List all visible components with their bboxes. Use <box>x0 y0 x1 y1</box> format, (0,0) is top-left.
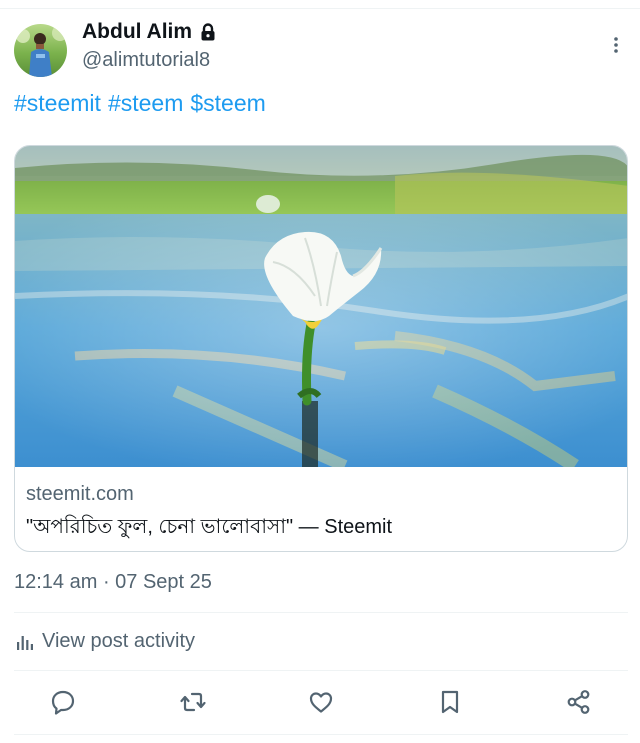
repost-button[interactable] <box>177 686 209 718</box>
bookmark-icon <box>441 690 459 714</box>
link-preview-image <box>15 146 627 467</box>
link-card-domain: steemit.com <box>26 483 134 505</box>
more-options-icon[interactable] <box>608 34 624 56</box>
share-icon <box>567 690 590 714</box>
hashtag-link[interactable]: #steemit <box>14 90 101 117</box>
link-preview-card[interactable]: steemit.com "অপরিচিত ফুল, চেনা ভালোবাসা"… <box>14 145 628 552</box>
view-post-activity-label: View post activity <box>42 630 196 652</box>
divider <box>14 670 628 671</box>
divider <box>14 612 628 613</box>
lock-icon <box>201 23 215 41</box>
like-button[interactable] <box>305 686 337 718</box>
repost-icon <box>180 692 206 712</box>
divider <box>14 734 628 735</box>
like-icon <box>309 692 333 713</box>
post-action-bar <box>0 686 640 720</box>
top-divider <box>0 8 640 9</box>
analytics-icon <box>17 635 33 650</box>
post-timestamp[interactable]: 12:14 am · 07 Sept 25 <box>14 571 212 594</box>
view-post-activity-button[interactable]: View post activity <box>16 630 195 653</box>
author-handle[interactable]: @alimtutorial8 <box>82 49 210 72</box>
hashtag-link[interactable]: #steem <box>108 90 183 117</box>
user-avatar-image <box>14 24 67 77</box>
post-hashtags: #steemit #steem $steem <box>14 90 266 117</box>
reply-icon <box>51 690 75 715</box>
avatar[interactable] <box>14 24 67 77</box>
cashtag-link[interactable]: $steem <box>190 90 265 117</box>
author-name-row: Abdul Alim <box>82 20 216 44</box>
reply-button[interactable] <box>47 686 79 718</box>
display-name[interactable]: Abdul Alim <box>82 20 192 44</box>
share-button[interactable] <box>563 686 595 718</box>
bookmark-button[interactable] <box>434 686 466 718</box>
link-card-title: "অপরিচিত ফুল, চেনা ভালোবাসা" — Steemit <box>26 516 393 538</box>
